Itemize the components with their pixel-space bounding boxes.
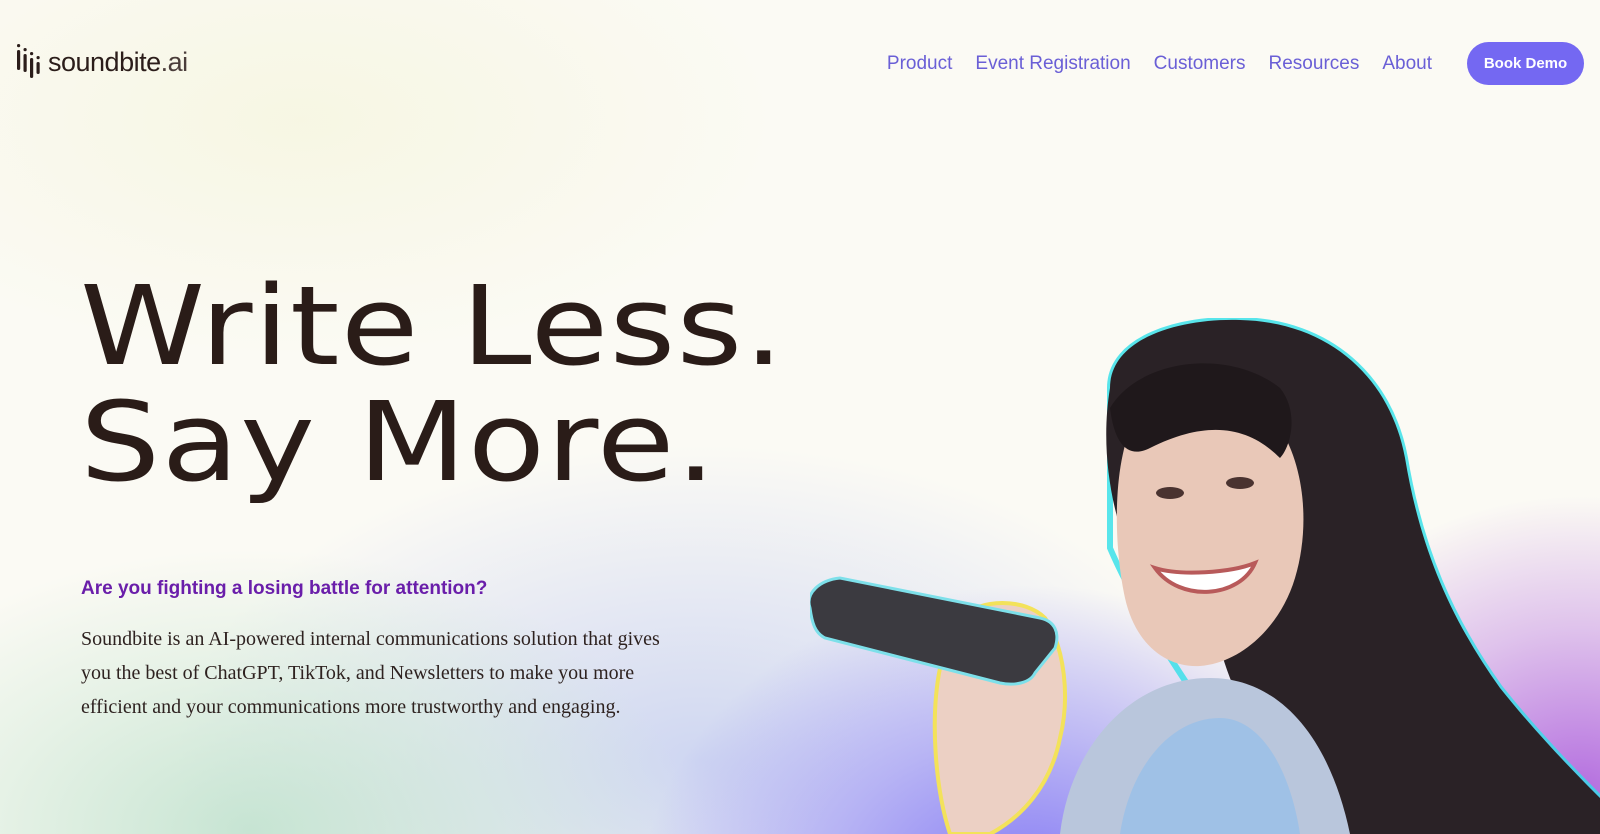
nav-customers[interactable]: Customers — [1154, 47, 1246, 81]
nav-product[interactable]: Product — [887, 47, 952, 81]
logo-suffix: .ai — [160, 46, 189, 77]
hero-description: Soundbite is an AI-powered internal comm… — [81, 628, 660, 718]
soundwave-logo-icon — [17, 44, 40, 78]
headline-line-1: Write Less. — [80, 262, 785, 390]
logo-wordmark: soundbite.ai — [48, 46, 189, 77]
hero-subheading: Are you fighting a losing battle for att… — [81, 578, 488, 599]
logo-name: soundbite — [48, 46, 161, 77]
site-header: soundbite.ai Product Event Registration … — [0, 0, 1600, 124]
nav-about[interactable]: About — [1382, 47, 1432, 81]
hero-headline: Write Less. Say More. — [80, 268, 785, 500]
landing-page: soundbite.ai Product Event Registration … — [0, 0, 1600, 834]
book-demo-button[interactable]: Book Demo — [1467, 42, 1584, 85]
logo-link[interactable]: soundbite.ai — [16, 44, 188, 80]
nav-resources[interactable]: Resources — [1269, 47, 1360, 81]
woman-speaking-into-phone-icon — [810, 318, 1600, 834]
main-nav: Product Event Registration Customers Res… — [887, 47, 1432, 81]
headline-line-2: Say More. — [80, 378, 718, 506]
nav-event-registration[interactable]: Event Registration — [975, 47, 1130, 81]
